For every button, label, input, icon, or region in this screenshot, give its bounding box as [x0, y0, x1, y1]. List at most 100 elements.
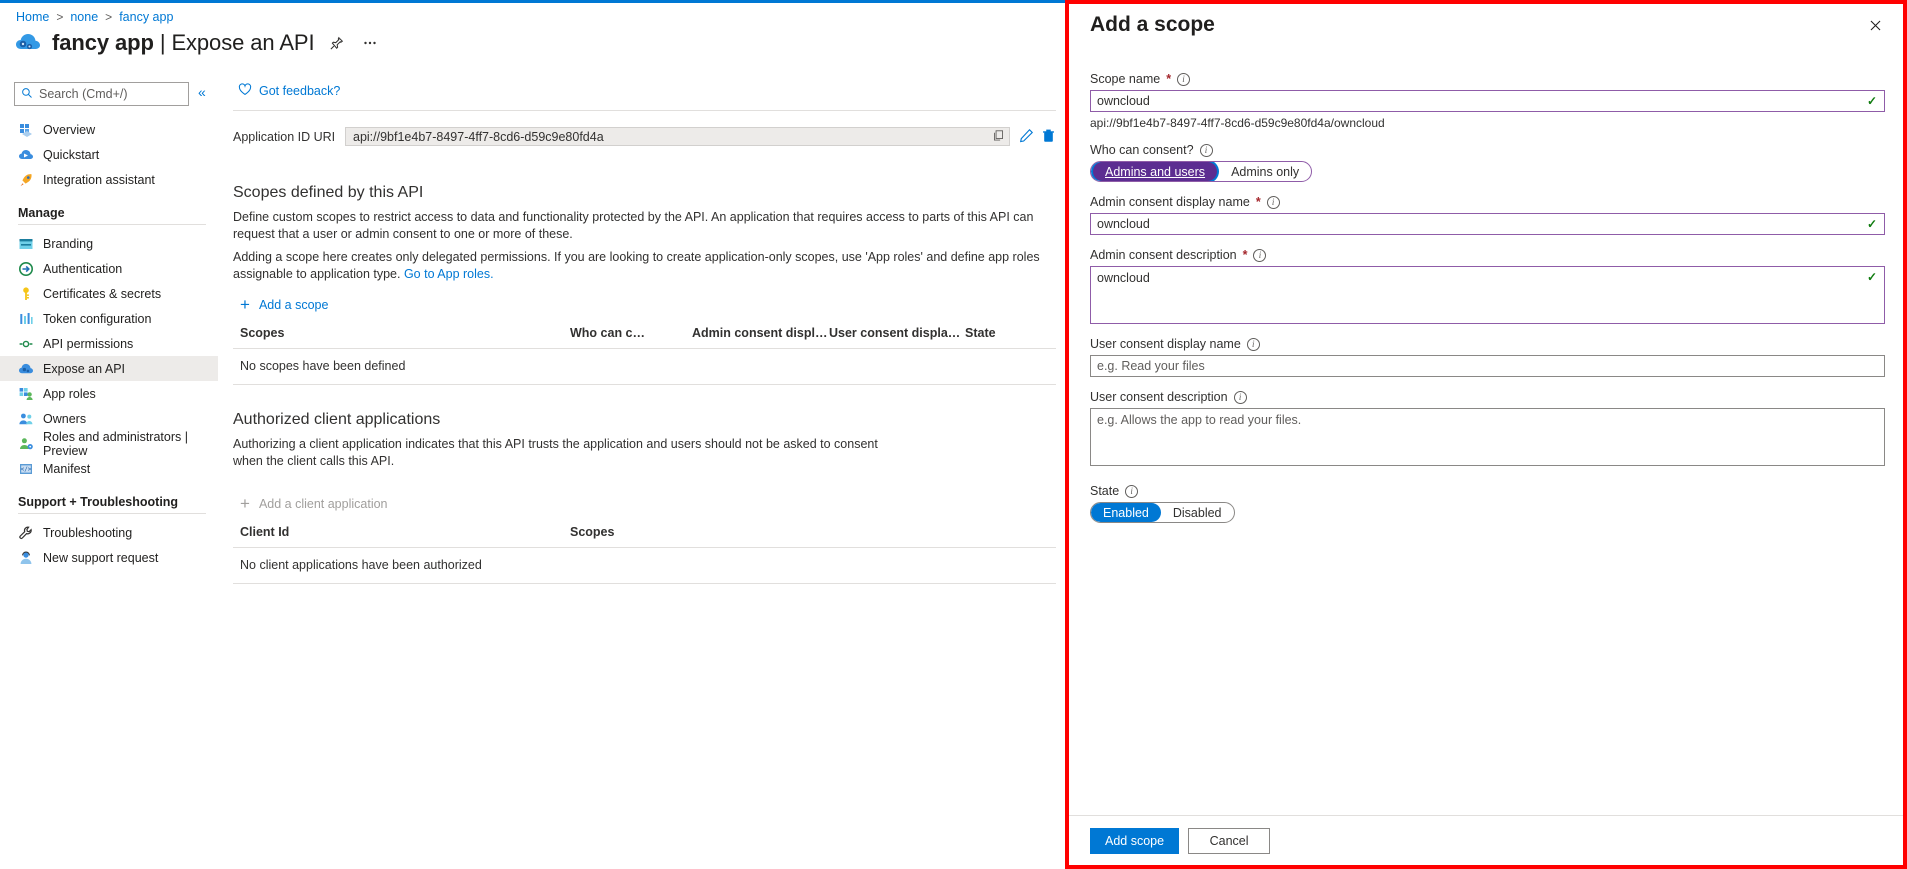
- breadcrumb-item-home[interactable]: Home: [16, 10, 49, 24]
- sidebar-item-manifest[interactable]: </> Manifest: [0, 456, 218, 481]
- copy-icon[interactable]: [992, 129, 1005, 145]
- sidebar-item-quickstart[interactable]: Quickstart: [0, 142, 218, 167]
- add-a-client-application-label: Add a client application: [258, 496, 388, 511]
- scope-name-value: owncloud: [1097, 94, 1150, 108]
- go-to-app-roles-link[interactable]: Go to App roles.: [404, 267, 494, 281]
- info-icon[interactable]: i: [1233, 390, 1247, 404]
- admin-consent-display-name-input[interactable]: owncloud ✓: [1090, 213, 1885, 235]
- breadcrumb-separator-icon: >: [105, 10, 113, 24]
- scopes-paragraph-2-text: Adding a scope here creates only delegat…: [233, 250, 1040, 281]
- add-a-scope-button[interactable]: + Add a scope: [240, 296, 328, 313]
- sidebar-item-new-support-request[interactable]: New support request: [0, 545, 218, 570]
- pin-icon[interactable]: [324, 31, 348, 55]
- breadcrumb-item-fancy-app[interactable]: fancy app: [119, 10, 173, 24]
- sidebar-item-certificates-secrets[interactable]: Certificates & secrets: [0, 281, 218, 306]
- scopes-table-empty-row: No scopes have been defined: [233, 349, 1056, 385]
- cancel-button[interactable]: Cancel: [1188, 827, 1271, 854]
- info-icon[interactable]: i: [1246, 337, 1260, 351]
- page-title-main: fancy app: [52, 30, 154, 55]
- scopes-section-title: Scopes defined by this API: [233, 184, 424, 201]
- column-header-client-id[interactable]: Client Id: [240, 525, 570, 539]
- sidebar-item-label: Certificates & secrets: [43, 286, 162, 301]
- label-text: State: [1090, 484, 1120, 498]
- label-text: Scope name: [1090, 72, 1161, 86]
- scope-name-hint: api://9bf1e4b7-8497-4ff7-8cd6-d59c9e80fd…: [1090, 116, 1385, 130]
- column-header-client-scopes[interactable]: Scopes: [570, 525, 770, 539]
- sidebar-item-token-configuration[interactable]: Token configuration: [0, 306, 218, 331]
- clients-section-title: Authorized client applications: [233, 411, 441, 428]
- close-icon[interactable]: [1863, 13, 1887, 37]
- chevron-double-left-icon[interactable]: «: [198, 84, 206, 100]
- page-title-row: fancy app | Expose an API: [14, 30, 382, 56]
- grid-overview-icon: [18, 122, 34, 138]
- sidebar-item-label: Token configuration: [43, 311, 152, 326]
- ellipsis-icon[interactable]: [358, 31, 382, 55]
- sidebar-nav-list: Overview Quickstart Integration assistan…: [0, 117, 218, 570]
- sidebar-item-owners[interactable]: Owners: [0, 406, 218, 431]
- sidebar-item-label: Overview: [43, 122, 96, 137]
- field-admin-consent-display-name: Admin consent display name * i owncloud …: [1090, 195, 1885, 235]
- svg-text:</>: </>: [21, 466, 32, 473]
- valid-check-icon: ✓: [1866, 270, 1877, 284]
- info-icon[interactable]: i: [1253, 248, 1267, 262]
- field-label-user-consent-display-name: User consent display name i: [1090, 337, 1885, 351]
- panel-header: Add a scope: [1090, 13, 1887, 37]
- sidebar-item-branding[interactable]: Branding: [0, 231, 218, 256]
- user-consent-description-textarea[interactable]: e.g. Allows the app to read your files.: [1090, 408, 1885, 466]
- field-user-consent-description: User consent description i e.g. Allows t…: [1090, 390, 1885, 466]
- who-can-consent-option-admins-and-users[interactable]: Admins and users: [1093, 162, 1218, 181]
- pencil-icon[interactable]: [1019, 128, 1034, 146]
- application-id-uri-value: api://9bf1e4b7-8497-4ff7-8cd6-d59c9e80fd…: [353, 129, 604, 144]
- clients-table-header: Client Id Scopes: [233, 525, 1056, 548]
- scopes-table: Scopes Who can consent Admin consent dis…: [233, 326, 1056, 385]
- sidebar-item-troubleshooting[interactable]: Troubleshooting: [0, 520, 218, 545]
- column-header-state[interactable]: State: [965, 326, 1025, 340]
- info-icon[interactable]: i: [1125, 484, 1139, 498]
- add-a-client-application-button[interactable]: + Add a client application: [240, 495, 388, 512]
- state-option-disabled[interactable]: Disabled: [1161, 503, 1234, 522]
- breadcrumb-item-none[interactable]: none: [70, 10, 98, 24]
- state-option-enabled[interactable]: Enabled: [1091, 503, 1161, 522]
- sidebar-item-integration-assistant[interactable]: Integration assistant: [0, 167, 218, 192]
- label-text: User consent display name: [1090, 337, 1241, 351]
- admin-consent-description-textarea[interactable]: owncloud ✓: [1090, 266, 1885, 324]
- search-input[interactable]: Search (Cmd+/): [14, 82, 189, 106]
- info-icon[interactable]: i: [1199, 143, 1213, 157]
- page-title-separator: |: [159, 30, 166, 55]
- info-icon[interactable]: i: [1266, 195, 1280, 209]
- sidebar-item-roles-and-administrators[interactable]: Roles and administrators | Preview: [0, 429, 218, 458]
- sidebar-item-expose-an-api[interactable]: Expose an API: [0, 356, 218, 381]
- plus-icon: +: [240, 295, 250, 314]
- column-header-user-consent-display[interactable]: User consent display na...: [829, 326, 965, 340]
- sidebar-item-label: Roles and administrators | Preview: [43, 429, 188, 458]
- trash-icon[interactable]: [1041, 128, 1056, 146]
- sidebar-item-label: Manifest: [43, 461, 91, 476]
- who-can-consent-option-admins-only[interactable]: Admins only: [1219, 162, 1311, 181]
- user-consent-display-name-input[interactable]: e.g. Read your files: [1090, 355, 1885, 377]
- sidebar-divider: [18, 224, 206, 225]
- info-icon[interactable]: i: [1177, 72, 1191, 86]
- cloud-quickstart-icon: [18, 147, 34, 163]
- sidebar-item-label: Troubleshooting: [43, 525, 133, 540]
- scope-name-input[interactable]: owncloud ✓: [1090, 90, 1885, 112]
- admin-consent-display-name-value: owncloud: [1097, 217, 1150, 231]
- sidebar-item-overview[interactable]: Overview: [0, 117, 218, 142]
- column-header-admin-consent-display[interactable]: Admin consent display ...: [692, 326, 829, 340]
- clients-section-paragraph: Authorizing a client application indicat…: [233, 437, 878, 468]
- column-header-scopes[interactable]: Scopes: [240, 326, 570, 340]
- column-header-who-can-consent[interactable]: Who can consent: [570, 326, 650, 340]
- sidebar-item-authentication[interactable]: Authentication: [0, 256, 218, 281]
- required-asterisk: *: [1242, 248, 1248, 262]
- got-feedback-label: Got feedback?: [259, 84, 341, 98]
- add-scope-button[interactable]: Add scope: [1090, 827, 1180, 854]
- rocket-icon: [18, 172, 34, 188]
- label-text: Who can consent?: [1090, 143, 1194, 157]
- clients-table-empty-row: No client applications have been authori…: [233, 548, 1056, 584]
- got-feedback-button[interactable]: Got feedback?: [238, 83, 340, 99]
- panel-footer: Add scope Cancel: [1069, 815, 1903, 865]
- manifest-icon: </>: [18, 461, 34, 477]
- sidebar-item-app-roles[interactable]: App roles: [0, 381, 218, 406]
- token-bars-icon: [18, 311, 34, 327]
- application-id-uri-field[interactable]: api://9bf1e4b7-8497-4ff7-8cd6-d59c9e80fd…: [345, 127, 1010, 146]
- sidebar-item-api-permissions[interactable]: API permissions: [0, 331, 218, 356]
